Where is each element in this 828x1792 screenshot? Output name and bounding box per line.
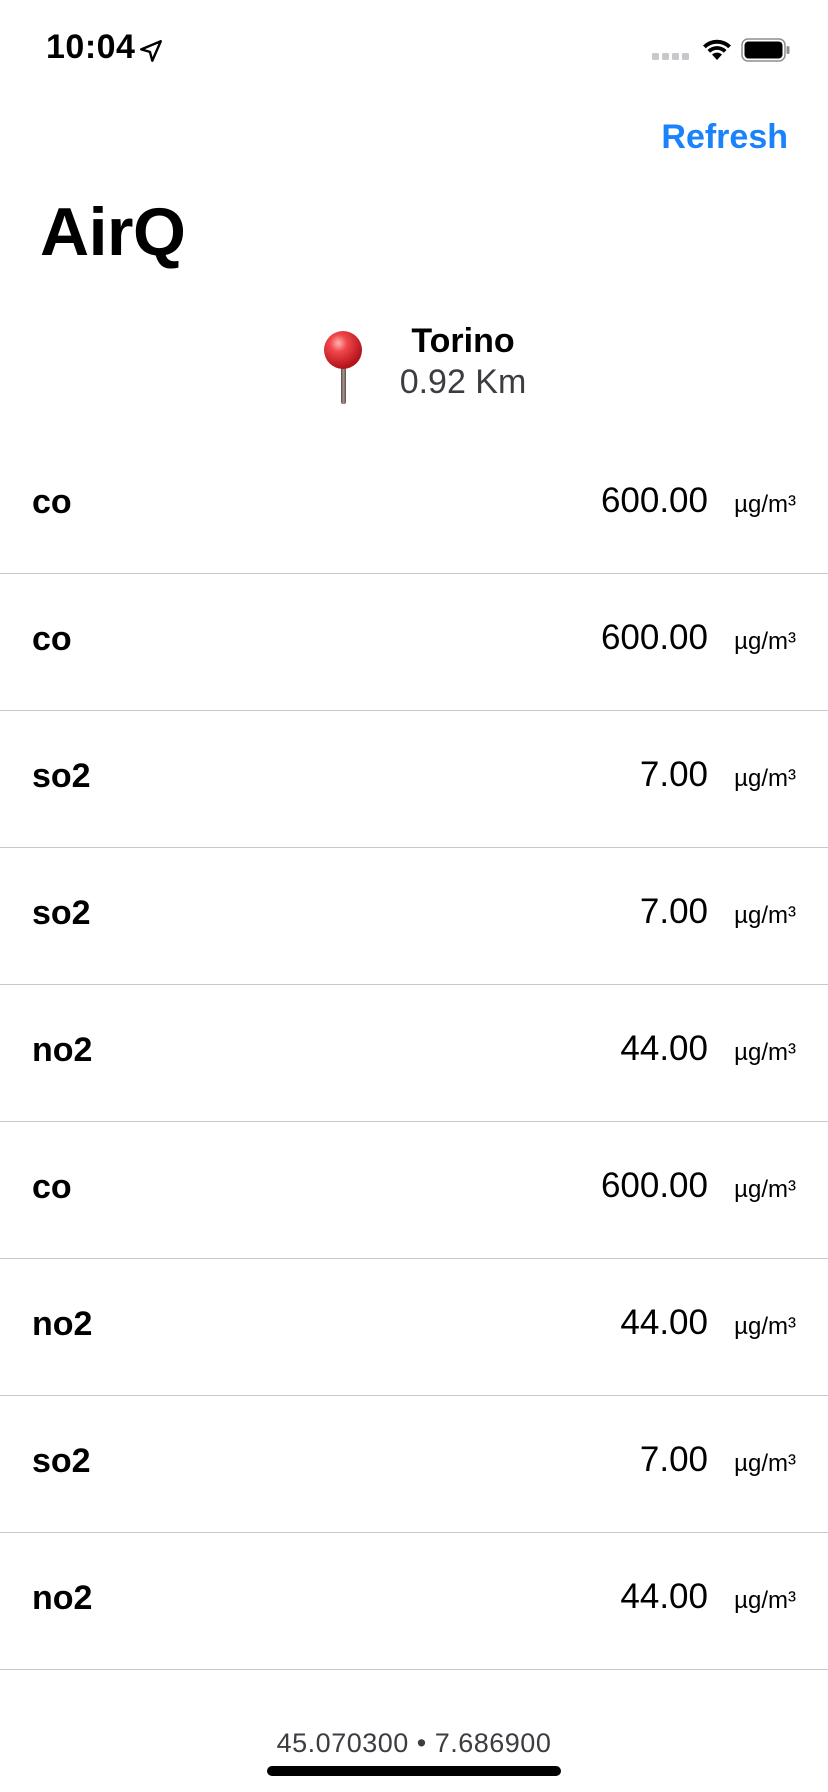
pollutant-name: no2	[32, 1031, 93, 1069]
home-indicator[interactable]	[267, 1766, 561, 1776]
reading-row[interactable]: no2 44.00 µg/m³	[0, 1259, 828, 1396]
reading-row[interactable]: co 600.00 µg/m³	[0, 574, 828, 711]
pollutant-name: so2	[32, 1442, 91, 1480]
reading-row[interactable]: so2 7.00 µg/m³	[0, 1396, 828, 1533]
pollutant-name: co	[32, 1168, 72, 1206]
wifi-icon	[703, 39, 731, 60]
status-time: 10:04	[46, 28, 136, 66]
pollutant-value: 600.00	[600, 1166, 708, 1205]
pollutant-value: 44.00	[620, 1577, 708, 1616]
reading-row[interactable]: co 600.00 µg/m³	[0, 1122, 828, 1259]
pollutant-value: 44.00	[620, 1029, 708, 1068]
reading-row[interactable]: no2 44.00 µg/m³	[0, 1533, 828, 1670]
pollutant-unit: µg/m³	[734, 1039, 796, 1066]
pollutant-unit: µg/m³	[734, 628, 796, 655]
map-pin-icon	[324, 331, 362, 404]
pollutant-unit: µg/m³	[734, 1176, 796, 1203]
pollutant-unit: µg/m³	[734, 765, 796, 792]
pollutant-value: 7.00	[639, 755, 708, 794]
pollutant-unit: µg/m³	[734, 1313, 796, 1340]
pollutant-unit: µg/m³	[734, 491, 796, 518]
location-city: Torino	[411, 322, 515, 360]
pollutant-value: 600.00	[600, 618, 708, 657]
status-bar: 10:04	[0, 0, 828, 100]
pollutant-unit: µg/m³	[734, 902, 796, 929]
location-header: Torino 0.92 Km	[0, 320, 828, 410]
reading-row[interactable]: so2 7.00 µg/m³	[0, 711, 828, 848]
page-title: AirQ	[40, 194, 186, 270]
pollutant-name: no2	[32, 1305, 93, 1343]
pollutant-value: 44.00	[620, 1303, 708, 1342]
pollutant-value: 7.00	[639, 1440, 708, 1479]
coordinates-label: 45.070300 • 7.686900	[276, 1728, 552, 1758]
location-distance: 0.92 Km	[399, 363, 527, 401]
battery-icon	[741, 38, 790, 62]
location-arrow-icon	[140, 40, 162, 62]
pollutant-unit: µg/m³	[734, 1450, 796, 1477]
pollutant-unit: µg/m³	[734, 1587, 796, 1614]
readings-list: co 600.00 µg/m³ co 600.00 µg/m³ so2 7.00…	[0, 437, 828, 1670]
cellular-signal-icon	[652, 53, 689, 60]
pollutant-name: co	[32, 483, 72, 521]
pollutant-name: so2	[32, 894, 91, 932]
pollutant-value: 600.00	[600, 481, 708, 520]
refresh-button[interactable]: Refresh	[661, 118, 788, 157]
pollutant-name: so2	[32, 757, 91, 795]
reading-row[interactable]: so2 7.00 µg/m³	[0, 848, 828, 985]
location-info: Torino 0.92 Km	[380, 320, 546, 402]
pollutant-name: no2	[32, 1579, 93, 1617]
pollutant-name: co	[32, 620, 72, 658]
reading-row[interactable]: no2 44.00 µg/m³	[0, 985, 828, 1122]
pollutant-value: 7.00	[639, 892, 708, 931]
reading-row[interactable]: co 600.00 µg/m³	[0, 437, 828, 574]
